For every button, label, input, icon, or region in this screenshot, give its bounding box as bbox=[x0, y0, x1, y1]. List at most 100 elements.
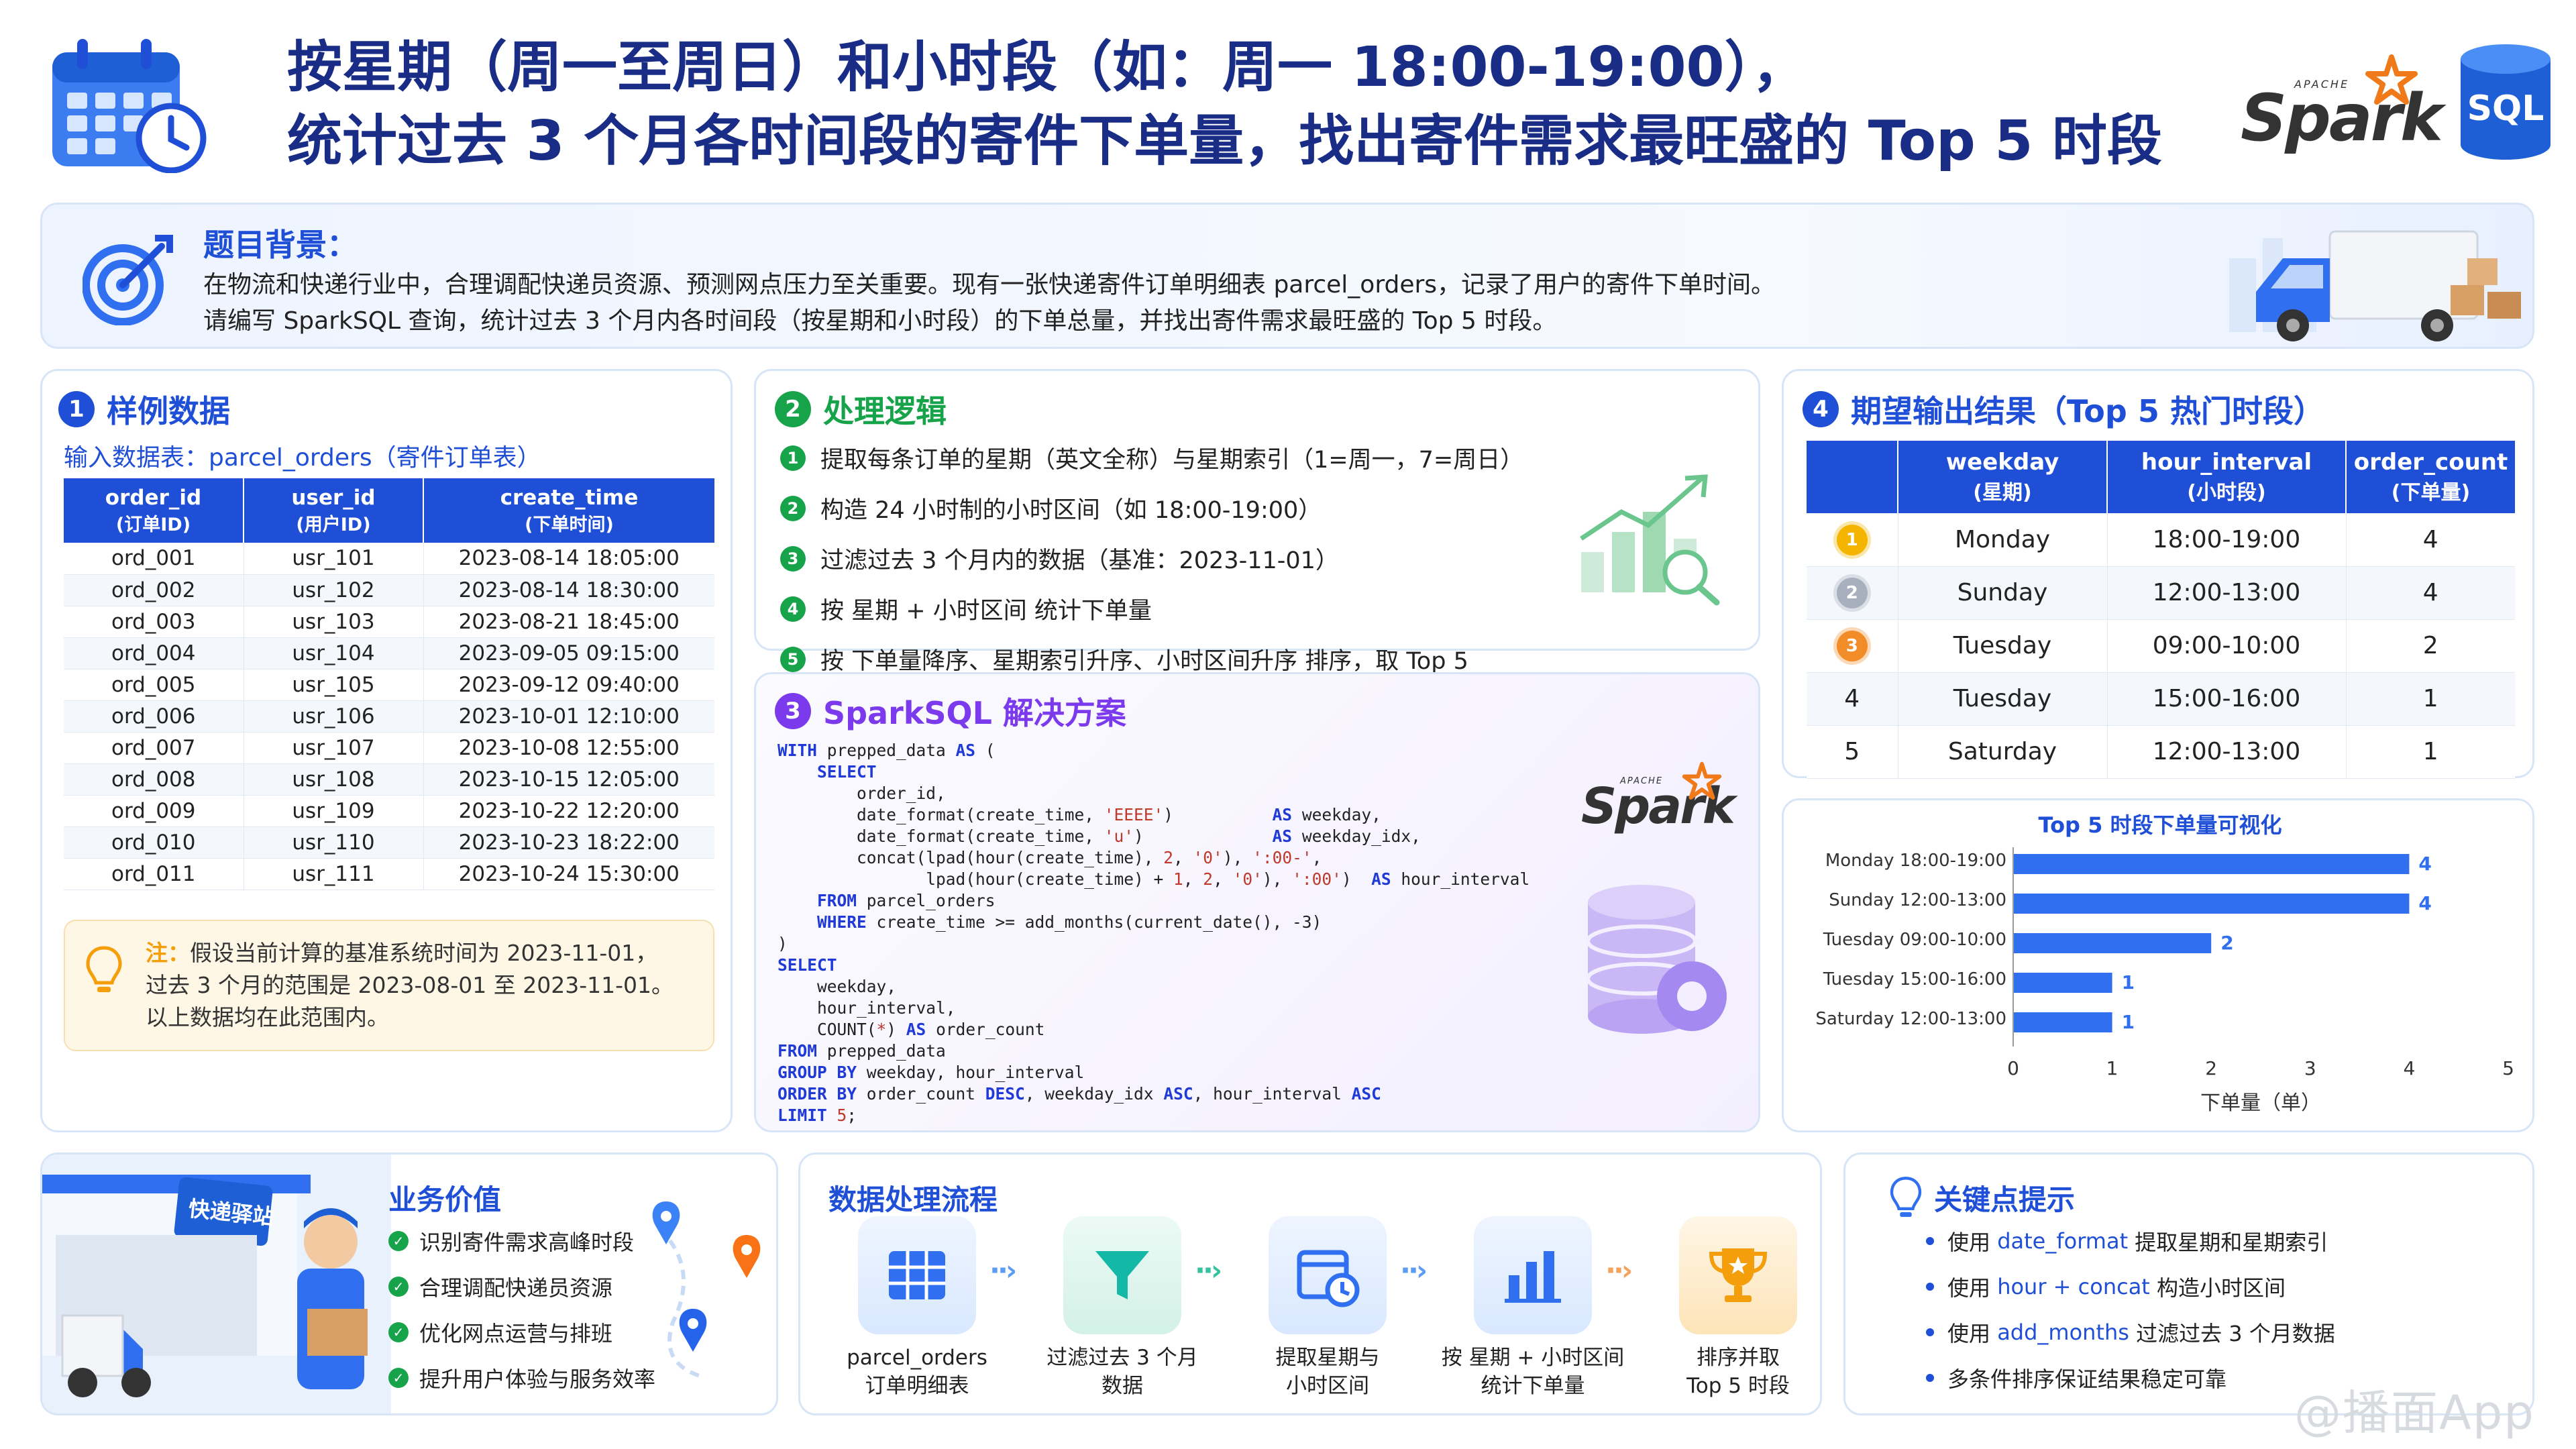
results-col-weekday: weekday (星期) bbox=[1898, 441, 2108, 513]
order-id-cell: ord_002 bbox=[64, 574, 244, 606]
bar-chart-icon bbox=[1505, 1251, 1561, 1303]
x-axis-label: 下单量（单） bbox=[2200, 1091, 2321, 1115]
user-id-cell: usr_102 bbox=[244, 574, 424, 606]
bar bbox=[2013, 933, 2212, 953]
table-row: ord_001 usr_101 2023-08-14 18:05:00 bbox=[64, 543, 714, 575]
background-text-2: 请编写 SparkSQL 查询，统计过去 3 个月内各时间段（按星期和小时段）的… bbox=[203, 307, 1557, 335]
flow-step-filter bbox=[1063, 1216, 1181, 1334]
lightbulb-icon bbox=[84, 944, 124, 1000]
bar-value-label: 4 bbox=[2418, 892, 2431, 914]
bullet-icon bbox=[1926, 1237, 1934, 1245]
rank-cell: 2 bbox=[1807, 566, 1898, 620]
filter-icon bbox=[1095, 1251, 1149, 1299]
logic-steps: 1 提取每条订单的星期（英文全称）与星期索引（1=周一，7=周日） 2 构造 24 小… bbox=[780, 441, 1523, 692]
order-id-cell: ord_009 bbox=[64, 795, 244, 827]
tips-list: 使用 date_format 提取星期和星期索引 使用 hour + concat… bbox=[1926, 1226, 2335, 1408]
sparksql-header: 3 SparkSQL 解决方案 bbox=[775, 689, 1126, 733]
logic-step-text: 构造 24 小时制的小时区间（如 18:00-19:00） bbox=[820, 497, 1322, 524]
order-id-cell: ord_001 bbox=[64, 543, 244, 575]
tip-text: 使用 bbox=[1947, 1230, 1998, 1255]
step-number-badge: 1 bbox=[780, 445, 806, 471]
flow-arrow-icon: ··› bbox=[989, 1254, 1017, 1287]
sample-data-card: 1 样例数据 输入数据表：parcel_orders（寄件订单表） order_… bbox=[40, 369, 733, 1132]
order-count-cell: 1 bbox=[2346, 725, 2515, 779]
create-time-cell: 2023-10-23 18:22:00 bbox=[423, 826, 714, 859]
value-item-text: 识别寄件需求高峰时段 bbox=[419, 1230, 635, 1255]
tip-highlight: add_months bbox=[1997, 1320, 2129, 1345]
create-time-cell: 2023-09-12 09:40:00 bbox=[423, 669, 714, 701]
sparksql-title: SparkSQL 解决方案 bbox=[823, 695, 1126, 731]
section-number-4: 4 bbox=[1803, 391, 1839, 427]
flow-step-label-3: 提取星期与 小时区间 bbox=[1275, 1346, 1380, 1398]
results-col-rank bbox=[1807, 441, 1898, 513]
page-title: 按星期（周一至周日）和小时段（如：周一 18:00-19:00）， 统计过去 3… bbox=[287, 31, 2162, 178]
bar-value-label: 1 bbox=[2122, 1011, 2135, 1033]
result-row: 5 Saturday 12:00-13:00 1 bbox=[1807, 725, 2515, 779]
step-number-badge: 3 bbox=[780, 545, 806, 572]
x-tick-label: 1 bbox=[2106, 1057, 2118, 1079]
user-id-cell: usr_107 bbox=[244, 732, 424, 764]
user-id-cell: usr_101 bbox=[244, 543, 424, 575]
x-tick-label: 3 bbox=[2304, 1057, 2316, 1079]
flow-step-label-1: parcel_orders 订单明细表 bbox=[847, 1346, 987, 1398]
flow-step-label-4: 按 星期 + 小时区间 统计下单量 bbox=[1441, 1346, 1625, 1398]
section-number-1: 1 bbox=[58, 391, 95, 427]
results-col-order-count: order_count (下单量) bbox=[2353, 449, 2508, 504]
chart-card: Top 5 时段下单量可视化 Monday 18:00-19:00 4 Sunday … bbox=[1782, 798, 2534, 1132]
tip-item: 多条件排序保证结果稳定可靠 bbox=[1926, 1362, 2335, 1393]
section-number-2: 2 bbox=[775, 391, 811, 427]
results-card: 4 期望输出结果（Top 5 热门时段） weekday (星期) hour_in… bbox=[1782, 369, 2534, 779]
order-id-cell: ord_011 bbox=[64, 858, 244, 890]
logic-step: 3 过滤过去 3 个月内的数据（基准：2023-11-01） bbox=[780, 541, 1523, 576]
table-row: ord_006 usr_106 2023-10-01 12:10:00 bbox=[64, 700, 714, 733]
map-pin-icon bbox=[646, 1188, 767, 1392]
database-gear-icon bbox=[1574, 875, 1742, 1046]
create-time-cell: 2023-08-14 18:05:00 bbox=[423, 543, 714, 575]
user-id-cell: usr_110 bbox=[244, 826, 424, 859]
hour-interval-cell: 18:00-19:00 bbox=[2107, 513, 2347, 567]
order-count-cell: 4 bbox=[2346, 566, 2515, 620]
section-number-3: 3 bbox=[775, 693, 811, 729]
x-tick-label: 4 bbox=[2403, 1057, 2415, 1079]
sample-col-order-id: order_id (订单ID) bbox=[64, 478, 244, 543]
background-text-1: 在物流和快递行业中，合理调配快递员资源、预测网点压力至关重要。现有一张快递寄件订… bbox=[203, 271, 1776, 299]
medal-icon: 3 bbox=[1836, 631, 1868, 661]
chart-title: Top 5 时段下单量可视化 bbox=[2038, 812, 2282, 838]
x-tick-label: 2 bbox=[2205, 1057, 2217, 1079]
x-tick-label: 0 bbox=[2007, 1057, 2019, 1079]
flow-step-top5 bbox=[1679, 1216, 1797, 1334]
logic-step-text: 按 下单量降序、星期索引升序、小时区间升序 排序，取 Top 5 bbox=[820, 648, 1468, 675]
logic-step-text: 按 星期 + 小时区间 统计下单量 bbox=[820, 598, 1152, 625]
rank-cell: 4 bbox=[1807, 672, 1898, 726]
bar-category-label: Monday 18:00-19:00 bbox=[1825, 851, 2006, 871]
bullet-icon bbox=[1926, 1283, 1934, 1291]
tips-lightbulb-icon bbox=[1886, 1175, 1926, 1224]
note-box: 注：假设当前计算的基准系统时间为 2023-11-01， 过去 3 个月的范围是… bbox=[64, 920, 714, 1051]
bar-category-label: Tuesday 15:00-16:00 bbox=[1823, 969, 2006, 989]
table-row: ord_004 usr_104 2023-09-05 09:15:00 bbox=[64, 637, 714, 669]
table-row: ord_003 usr_103 2023-08-21 18:45:00 bbox=[64, 606, 714, 638]
business-value-list: ✓ 识别寄件需求高峰时段 ✓ 合理调配快递员资源 ✓ 优化网点运营与排班 ✓ 提升用户体验与服… bbox=[388, 1226, 655, 1408]
create-time-cell: 2023-10-24 15:30:00 bbox=[423, 858, 714, 890]
delivery-truck-icon bbox=[2229, 218, 2524, 345]
user-id-cell: usr_103 bbox=[244, 606, 424, 638]
order-id-cell: ord_006 bbox=[64, 700, 244, 733]
table-row: ord_009 usr_109 2023-10-22 12:20:00 bbox=[64, 795, 714, 827]
user-id-cell: usr_111 bbox=[244, 858, 424, 890]
flow-step-label-5: 排序并取 Top 5 时段 bbox=[1686, 1346, 1790, 1398]
order-id-cell: ord_010 bbox=[64, 826, 244, 859]
tip-item: 使用 add_months 过滤过去 3 个月数据 bbox=[1926, 1317, 2335, 1348]
flow-step-extract bbox=[1269, 1216, 1387, 1334]
flow-arrow-icon: ··› bbox=[1195, 1254, 1222, 1287]
create-time-cell: 2023-10-22 12:20:00 bbox=[423, 795, 714, 827]
tip-text: 提取星期和星期索引 bbox=[2128, 1230, 2328, 1255]
bar bbox=[2013, 1012, 2112, 1032]
tip-item: 使用 hour + concat 构造小时区间 bbox=[1926, 1271, 2335, 1302]
tip-text: 构造小时区间 bbox=[2149, 1275, 2286, 1301]
user-id-cell: usr_105 bbox=[244, 669, 424, 701]
weekday-cell: Tuesday bbox=[1898, 672, 2108, 726]
flow-arrow-icon: ··› bbox=[1400, 1254, 1428, 1287]
medal-icon: 1 bbox=[1836, 524, 1868, 555]
sql-database-icon: SQL bbox=[2455, 42, 2556, 162]
create-time-cell: 2023-10-01 12:10:00 bbox=[423, 700, 714, 733]
